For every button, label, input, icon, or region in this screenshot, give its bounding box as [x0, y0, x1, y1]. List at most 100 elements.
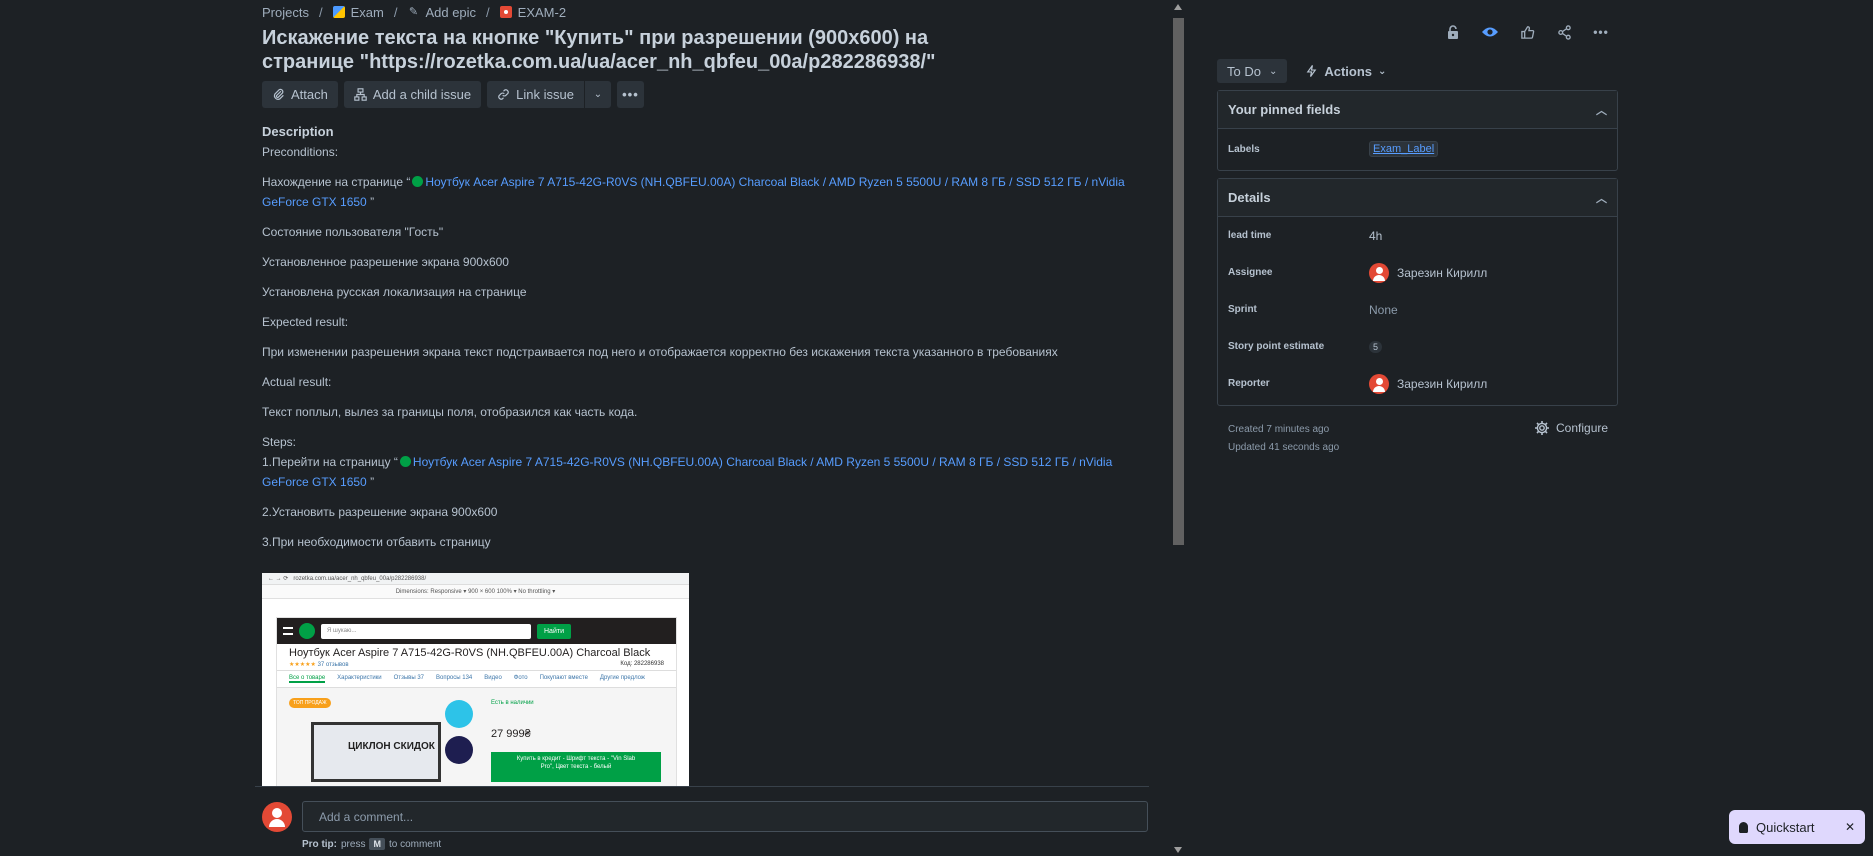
- breadcrumb-separator: /: [318, 4, 323, 20]
- reporter-value[interactable]: Зарезин Кирилл: [1369, 373, 1487, 394]
- quickstart-button[interactable]: Quickstart ✕: [1729, 810, 1865, 844]
- precondition-locale: Установлена русская локализация на стран…: [262, 285, 527, 299]
- rozetka-product-body: ТОП ПРОДАЖ ЦИКЛОН СКИДОК Есть в наличии …: [277, 688, 676, 786]
- story-points-label: Story point estimate: [1228, 341, 1325, 352]
- lightning-icon: [1306, 65, 1317, 77]
- chevron-up-icon[interactable]: ︿: [1596, 190, 1607, 206]
- assignee-value[interactable]: Зарезин Кирилл: [1369, 262, 1488, 283]
- breadcrumb-issue[interactable]: EXAM-2: [499, 5, 566, 20]
- status-dropdown[interactable]: To Do ⌄: [1217, 59, 1288, 83]
- updated-time: Updated 41 seconds ago: [1228, 442, 1340, 453]
- step-1-prefix: 1.Перейти на страницу “: [262, 455, 398, 469]
- status-label: To Do: [1227, 63, 1261, 79]
- more-icon: •••: [622, 87, 639, 102]
- thumbs-up-icon[interactable]: [1516, 21, 1538, 43]
- story-points-value[interactable]: 5: [1369, 340, 1383, 353]
- rozetka-availability: Есть в наличии: [491, 700, 534, 706]
- share-icon[interactable]: [1553, 21, 1575, 43]
- issue-title[interactable]: Искажение текста на кнопке "Купить" при …: [262, 26, 1002, 74]
- assignee-name: Зарезин Кирилл: [1397, 265, 1488, 280]
- lead-time-label: lead time: [1228, 230, 1272, 241]
- rozetka-search: Я шукаю...: [321, 623, 531, 639]
- rozetka-favicon-icon: [399, 456, 411, 467]
- attach-button[interactable]: Attach: [262, 81, 338, 108]
- menu-icon: [283, 627, 293, 635]
- quote-close: ”: [370, 475, 375, 489]
- rozetka-product-title: Ноутбук Acer Aspire 7 A715-42G-R0VS (NH.…: [289, 647, 651, 659]
- lead-time-value[interactable]: 4h: [1369, 229, 1382, 243]
- rozetka-top-badge: ТОП ПРОДАЖ: [289, 698, 331, 708]
- rozetka-tab: Фото: [513, 675, 528, 681]
- rozetka-logo-icon: [299, 623, 315, 639]
- issue-toolbar: Attach Add a child issue Link issue ⌄ ••…: [262, 81, 644, 108]
- eye-icon[interactable]: [1479, 21, 1501, 43]
- breadcrumb-add-epic[interactable]: ✎ Add epic: [407, 5, 476, 20]
- description[interactable]: Description Preconditions: Нахождение на…: [262, 122, 1139, 562]
- pinned-fields-header[interactable]: Your pinned fields ︿: [1218, 91, 1617, 129]
- chevron-down-icon: ⌄: [593, 89, 603, 100]
- chevron-down-icon: ⌄: [1378, 65, 1387, 77]
- close-icon[interactable]: ✕: [1845, 820, 1855, 834]
- scrollbar-thumb[interactable]: [1173, 18, 1184, 545]
- breadcrumb-projects[interactable]: Projects: [262, 5, 309, 20]
- comment-input[interactable]: Add a comment...: [302, 801, 1148, 832]
- gear-icon: [1535, 421, 1549, 435]
- created-time: Created 7 minutes ago: [1228, 424, 1330, 435]
- rozetka-rating: ★★★★★ 37 отзывов Код: 282286938: [277, 659, 676, 670]
- details-panel: Details ︿ lead time 4h Assignee Зарезин …: [1217, 178, 1618, 406]
- details-title: Details: [1228, 190, 1271, 205]
- breadcrumb-add-epic-label[interactable]: Add epic: [425, 5, 476, 20]
- pro-tip-suffix: to comment: [388, 838, 442, 850]
- configure-button[interactable]: Configure: [1534, 420, 1608, 436]
- expected-result-label: Expected result:: [262, 315, 349, 329]
- rozetka-tab: Все о товаре: [289, 675, 326, 683]
- rozetka-tab: Вопросы 134: [436, 675, 473, 681]
- precondition-resolution: Установленное разрешение экрана 900x600: [262, 255, 509, 269]
- configure-label: Configure: [1556, 421, 1609, 435]
- expected-result-text: При изменении разрешения экрана текст по…: [262, 345, 1058, 359]
- chevron-up-icon[interactable]: ︿: [1596, 102, 1607, 118]
- reporter-label: Reporter: [1228, 378, 1270, 389]
- scroll-down-icon[interactable]: [1174, 847, 1182, 853]
- promo-bubble-icon: [445, 736, 473, 764]
- link-issue-dropdown-button[interactable]: ⌄: [584, 81, 611, 108]
- breadcrumb-exam-label[interactable]: Exam: [351, 5, 384, 20]
- breadcrumb-issue-key[interactable]: EXAM-2: [518, 5, 566, 20]
- scroll-up-icon[interactable]: [1174, 4, 1182, 10]
- assignee-label: Assignee: [1228, 267, 1273, 278]
- rozetka-tab: Отзывы 37: [393, 675, 424, 681]
- sprint-label: Sprint: [1228, 304, 1257, 315]
- rozetka-tab: Характеристики: [337, 675, 382, 681]
- main-scrollbar[interactable]: [1170, 0, 1186, 856]
- description-heading: Description: [262, 124, 334, 139]
- field-sprint: Sprint None: [1218, 291, 1617, 328]
- actions-dropdown[interactable]: Actions ⌄: [1295, 59, 1396, 83]
- pencil-icon: ✎: [408, 6, 419, 18]
- label-chip[interactable]: Exam_Label: [1369, 141, 1439, 157]
- step-1: 1.Перейти на страницу “Ноутбук Acer Aspi…: [262, 452, 1139, 492]
- hierarchy-icon: [354, 88, 367, 101]
- link-issue-label: Link issue: [516, 87, 574, 102]
- breadcrumb: Projects / Exam / ✎ Add epic / EXAM-2: [262, 2, 566, 22]
- pro-tip-key: M: [369, 838, 385, 850]
- breadcrumb-exam[interactable]: Exam: [332, 5, 384, 20]
- link-issue-split-button: Link issue ⌄: [487, 81, 611, 108]
- project-avatar-icon: [332, 6, 345, 18]
- attachment-screenshot[interactable]: ← → ⟳ rozetka.com.ua/acer_nh_qbfeu_00a/p…: [262, 573, 689, 786]
- more-actions-button[interactable]: •••: [616, 81, 644, 108]
- paperclip-icon: [273, 88, 284, 100]
- comment-divider: [255, 786, 1149, 787]
- more-icon[interactable]: •••: [1590, 21, 1612, 43]
- add-child-issue-button[interactable]: Add a child issue: [343, 81, 482, 108]
- rozetka-tab: Другие предлож: [599, 675, 645, 681]
- issue-header-actions: •••: [1442, 21, 1612, 43]
- rozetka-reviews: 37 отзывов: [317, 662, 349, 668]
- lock-icon[interactable]: [1442, 21, 1464, 43]
- preconditions-label: Preconditions:: [262, 145, 339, 159]
- sprint-value[interactable]: None: [1369, 303, 1398, 317]
- details-header[interactable]: Details ︿: [1218, 179, 1617, 217]
- breadcrumb-projects-label[interactable]: Projects: [262, 5, 309, 20]
- rozetka-search-button: Найти: [537, 623, 571, 639]
- field-labels: Labels Exam_Label: [1218, 129, 1617, 169]
- link-issue-button[interactable]: Link issue: [487, 81, 584, 108]
